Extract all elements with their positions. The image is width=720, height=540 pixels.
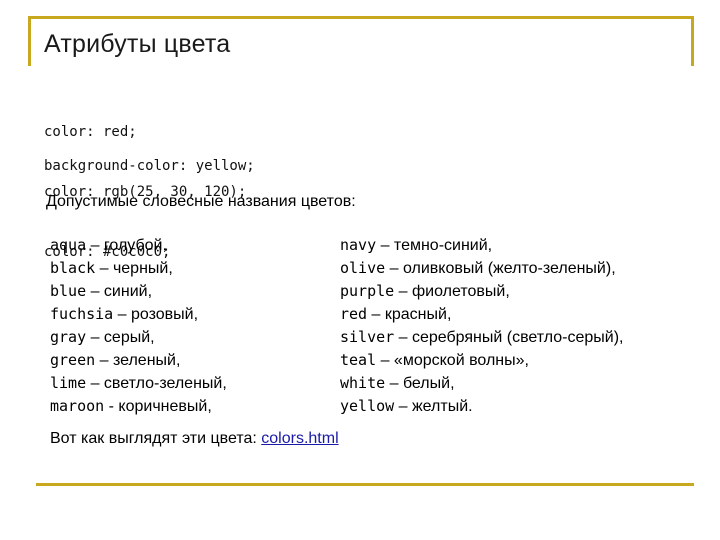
color-entry: gray – серый, [50,326,227,349]
color-list-left: aqua – голубой, black – черный, blue – с… [50,234,227,418]
bottom-divider [36,483,694,486]
color-entry: black – черный, [50,257,227,280]
color-entry: green – зеленый, [50,349,227,372]
color-keyword: navy [340,236,377,254]
color-keyword: maroon [50,397,105,415]
color-keyword: blue [50,282,87,300]
color-entry: teal – «морской волны», [340,349,624,372]
color-description: – желтый. [394,398,473,415]
color-description: – черный, [95,260,173,277]
footer-text: Вот как выглядят эти цвета: [50,430,262,447]
slide-title: Атрибуты цвета [44,30,231,58]
color-entry: purple – фиолетовый, [340,280,624,303]
color-keyword: teal [340,351,377,369]
color-entry: silver – серебряный (светло-серый), [340,326,624,349]
color-list-right: navy – темно-синий, olive – оливковый (ж… [340,234,624,418]
color-entry: yellow – желтый. [340,395,624,418]
color-names-heading: Допустимые словесные названия цветов: [46,193,356,210]
colors-html-link[interactable]: colors.html [261,430,338,447]
color-description: – фиолетовый, [394,283,510,300]
color-keyword: green [50,351,96,369]
color-description: – светло-зеленый, [86,375,227,392]
color-description: – белый, [385,375,455,392]
color-keyword: olive [340,259,386,277]
color-entry: lime – светло-зеленый, [50,372,227,395]
color-entry: white – белый, [340,372,624,395]
color-keyword: yellow [340,397,395,415]
color-entry: red – красный, [340,303,624,326]
code-line: color: red; [44,124,137,140]
color-description: – зеленый, [95,352,181,369]
footer-note: Вот как выглядят эти цвета: colors.html [50,430,339,448]
color-entry: aqua – голубой, [50,234,227,257]
color-entry: olive – оливковый (желто-зеленый), [340,257,624,280]
color-keyword: fuchsia [50,305,114,323]
color-entry: fuchsia – розовый, [50,303,227,326]
color-description: – темно-синий, [376,237,493,254]
color-description: – голубой, [86,237,167,254]
color-description: – «морской волны», [376,352,529,369]
color-keyword: lime [50,374,87,392]
color-description: – оливковый (желто-зеленый), [385,260,616,277]
color-entry: navy – темно-синий, [340,234,624,257]
color-keyword: white [340,374,386,392]
color-description: – серебряный (светло-серый), [394,329,624,346]
color-description: - коричневый, [104,398,212,415]
color-description: – розовый, [113,306,199,323]
background-color-example: background-color: yellow; [44,158,255,174]
color-keyword: red [340,305,368,323]
color-keyword: purple [340,282,395,300]
color-description: – красный, [367,306,452,323]
color-keyword: silver [340,328,395,346]
color-entry: blue – синий, [50,280,227,303]
color-description: – серый, [86,329,155,346]
color-description: – синий, [86,283,153,300]
color-keyword: black [50,259,96,277]
color-keyword: gray [50,328,87,346]
color-entry: maroon - коричневый, [50,395,227,418]
color-keyword: aqua [50,236,87,254]
